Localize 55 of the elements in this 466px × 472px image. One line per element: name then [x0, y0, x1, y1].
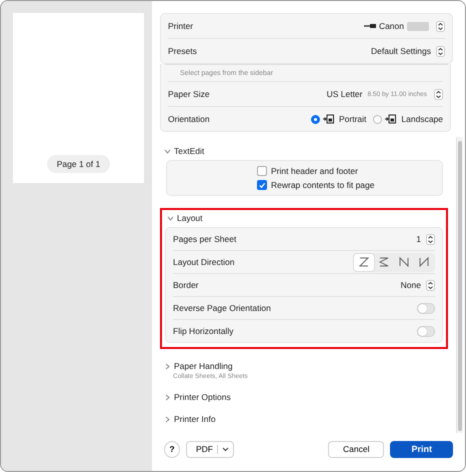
- scrollbar[interactable]: [456, 137, 463, 433]
- section-title[interactable]: Printer Options: [174, 392, 231, 402]
- field-label: Reverse Page Orientation: [173, 303, 271, 313]
- select-value[interactable]: 1: [416, 234, 421, 244]
- field-label: Orientation: [168, 114, 210, 124]
- field-label: Presets: [168, 46, 197, 56]
- stepper-icon[interactable]: [434, 88, 443, 100]
- field-label: Border: [173, 280, 199, 290]
- layout-order-icon: [377, 255, 391, 269]
- field-label: Layout Direction: [173, 257, 234, 267]
- caret-icon: [222, 446, 229, 452]
- chevron-icon[interactable]: [164, 362, 171, 370]
- select-value[interactable]: Default Settings: [370, 46, 431, 56]
- portrait-page-icon: [323, 114, 334, 124]
- stepper-icon[interactable]: [436, 46, 445, 56]
- section-title[interactable]: Printer Info: [174, 414, 216, 424]
- chevron-icon[interactable]: [164, 148, 171, 154]
- field-label: Printer: [168, 21, 194, 31]
- chevron-icon[interactable]: [164, 394, 171, 400]
- checkbox-label: Print header and footer: [271, 166, 358, 176]
- stepper-icon[interactable]: [426, 280, 435, 290]
- radio-button[interactable]: [311, 114, 320, 124]
- section-title[interactable]: TextEdit: [174, 146, 204, 156]
- help-button[interactable]: ?: [164, 440, 180, 458]
- pdf-menu-button[interactable]: PDF: [186, 440, 234, 458]
- printer-icon: [364, 23, 376, 29]
- stepper-icon[interactable]: [436, 20, 445, 32]
- chevron-icon[interactable]: [164, 416, 171, 422]
- landscape-page-icon: [385, 114, 396, 124]
- page-indicator: Page 1 of 1: [46, 155, 110, 173]
- cancel-button[interactable]: Cancel: [328, 440, 384, 458]
- field-label: Pages per Sheet: [173, 234, 236, 244]
- checkbox[interactable]: [257, 180, 267, 190]
- field-label: Flip Horizontally: [173, 326, 234, 336]
- checkbox[interactable]: [257, 166, 267, 176]
- toggle-switch[interactable]: [417, 302, 435, 314]
- layout-order-icon: [397, 255, 411, 269]
- checkbox-label: Rewrap contents to fit page: [271, 180, 374, 190]
- field-label: Paper Size: [168, 89, 210, 99]
- section-title[interactable]: Layout: [177, 213, 203, 223]
- radio-label: Landscape: [401, 114, 443, 124]
- print-button[interactable]: Print: [390, 440, 453, 458]
- toggle-switch[interactable]: [417, 326, 435, 336]
- layout-direction-button[interactable]: [354, 254, 374, 270]
- section-title[interactable]: Paper Handling: [174, 361, 233, 371]
- select-value[interactable]: Canon: [378, 21, 404, 31]
- select-value[interactable]: US Letter: [326, 89, 362, 99]
- radio-label: Portrait: [339, 114, 366, 124]
- blurred-text: [407, 22, 429, 30]
- chevron-icon[interactable]: [167, 214, 174, 222]
- layout-order-icon: [357, 255, 371, 269]
- radio-button[interactable]: [373, 114, 382, 124]
- stepper-icon[interactable]: [426, 234, 435, 244]
- select-value[interactable]: None: [400, 280, 421, 290]
- layout-order-icon: [417, 255, 431, 269]
